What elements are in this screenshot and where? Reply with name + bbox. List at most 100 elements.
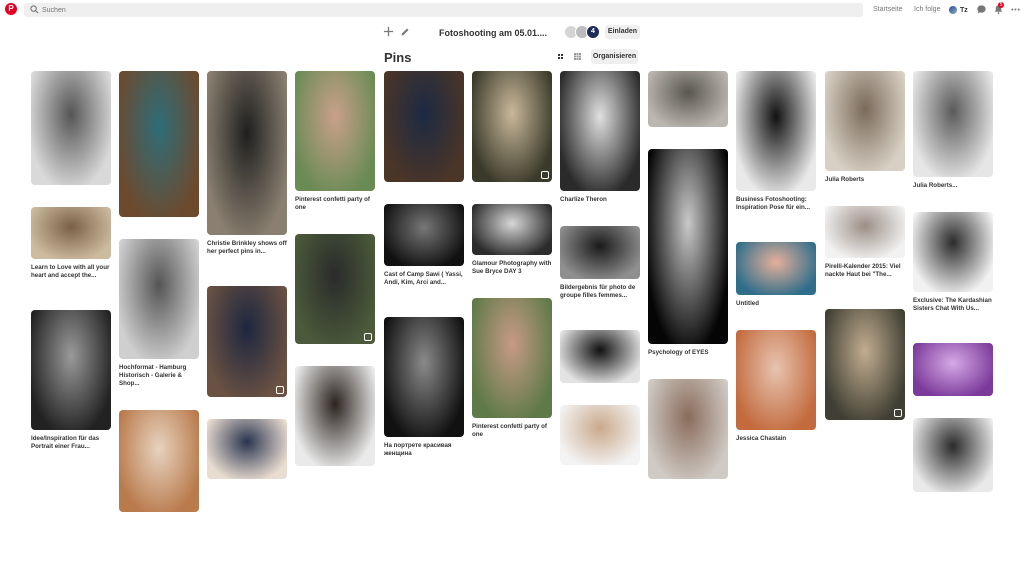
pin-card[interactable]: Exclusive: The Kardashian Sisters Chat W… <box>913 212 993 313</box>
pin-title[interactable]: Hochformat - Hamburg Historisch - Galeri… <box>119 364 199 388</box>
expand-icon[interactable] <box>364 333 372 341</box>
pin-image[interactable] <box>736 71 816 191</box>
pin-image[interactable] <box>560 405 640 465</box>
grid-view-icon[interactable] <box>555 51 566 62</box>
pin-title[interactable]: Idee/Inspiration für das Portrait einer … <box>31 435 111 451</box>
pin-card[interactable] <box>207 419 287 479</box>
pin-card[interactable] <box>472 71 552 182</box>
pin-image[interactable] <box>736 242 816 295</box>
pin-card[interactable] <box>295 366 375 466</box>
more-options-icon[interactable] <box>1010 4 1021 15</box>
pin-card[interactable]: На портрете красивая женщина <box>384 317 464 458</box>
pin-title[interactable]: Jessica Chastain <box>736 435 816 443</box>
pin-card[interactable] <box>384 71 464 182</box>
pin-image[interactable] <box>119 410 199 512</box>
pin-card[interactable] <box>119 410 199 512</box>
pin-card[interactable] <box>119 71 199 217</box>
pin-image[interactable] <box>472 298 552 418</box>
search-bar[interactable] <box>24 3 863 17</box>
pin-image[interactable] <box>207 286 287 397</box>
pin-card[interactable]: Jessica Chastain <box>736 330 816 443</box>
pin-card[interactable] <box>913 418 993 492</box>
pin-image[interactable] <box>913 212 993 292</box>
pin-title[interactable]: Business Fotoshooting: Inspiration Pose … <box>736 196 816 212</box>
pin-image[interactable] <box>119 71 199 217</box>
pin-image[interactable] <box>295 234 375 344</box>
pin-card[interactable]: Christie Brinkley shows off her perfect … <box>207 71 287 256</box>
pin-image[interactable] <box>648 379 728 479</box>
pin-image[interactable] <box>384 71 464 182</box>
organize-button[interactable]: Organisieren <box>591 49 638 64</box>
edit-pencil-icon[interactable] <box>400 27 410 37</box>
pin-image[interactable] <box>913 343 993 396</box>
pin-image[interactable] <box>913 418 993 492</box>
pin-card[interactable] <box>648 379 728 479</box>
pin-title[interactable]: Pinterest confetti party of one <box>472 423 552 439</box>
pin-card[interactable]: Julia Roberts <box>825 71 905 184</box>
invite-button[interactable]: Einladen <box>605 25 640 39</box>
pin-image[interactable] <box>384 317 464 437</box>
pin-image[interactable] <box>31 71 111 185</box>
nav-following-link[interactable]: Ich folge <box>914 6 940 13</box>
pin-image[interactable] <box>913 71 993 177</box>
pin-title[interactable]: Bildergebnis für photo de groupe filles … <box>560 284 640 300</box>
pin-image[interactable] <box>295 71 375 191</box>
pin-title[interactable]: Psychology of EYES <box>648 349 728 357</box>
pin-card[interactable] <box>560 405 640 465</box>
pin-image[interactable] <box>560 71 640 191</box>
pin-card[interactable]: Untitled <box>736 242 816 308</box>
pin-image[interactable] <box>384 204 464 266</box>
pin-title[interactable]: Christie Brinkley shows off her perfect … <box>207 240 287 256</box>
pin-card[interactable] <box>295 234 375 344</box>
pin-image[interactable] <box>472 204 552 255</box>
pin-image[interactable] <box>31 207 111 259</box>
user-profile-button[interactable]: Tz <box>949 5 968 15</box>
pin-card[interactable] <box>825 309 905 420</box>
pin-image[interactable] <box>207 71 287 235</box>
pin-title[interactable]: Pirelli-Kalender 2015: Viel nackte Haut … <box>825 263 905 279</box>
pin-card[interactable]: Pirelli-Kalender 2015: Viel nackte Haut … <box>825 206 905 279</box>
pin-image[interactable] <box>825 71 905 171</box>
pin-card[interactable] <box>648 71 728 127</box>
expand-icon[interactable] <box>541 171 549 179</box>
pin-title[interactable]: Learn to Love with all your heart and ac… <box>31 264 111 280</box>
pin-image[interactable] <box>560 226 640 279</box>
pin-title[interactable]: Charlize Theron <box>560 196 640 204</box>
pin-card[interactable] <box>560 330 640 383</box>
pin-card[interactable]: Hochformat - Hamburg Historisch - Galeri… <box>119 239 199 388</box>
pin-image[interactable] <box>119 239 199 359</box>
pin-title[interactable]: Exclusive: The Kardashian Sisters Chat W… <box>913 297 993 313</box>
expand-icon[interactable] <box>894 409 902 417</box>
pin-title[interactable]: Julia Roberts... <box>913 182 993 190</box>
pin-title[interactable]: Pinterest confetti party of one <box>295 196 375 212</box>
compact-grid-view-icon[interactable] <box>572 51 583 62</box>
pin-title[interactable]: Julia Roberts <box>825 176 905 184</box>
pin-card[interactable]: Business Fotoshooting: Inspiration Pose … <box>736 71 816 212</box>
pin-card[interactable]: Learn to Love with all your heart and ac… <box>31 207 111 280</box>
expand-icon[interactable] <box>276 386 284 394</box>
pin-card[interactable]: Bildergebnis für photo de groupe filles … <box>560 226 640 300</box>
chat-bubble-icon[interactable] <box>976 4 987 15</box>
search-input[interactable] <box>42 4 842 16</box>
add-pin-icon[interactable] <box>383 26 394 37</box>
pin-card[interactable]: Julia Roberts... <box>913 71 993 190</box>
pin-title[interactable]: Cast of Camp Sawi ( Yassi, Andi, Kim, Ar… <box>384 271 464 287</box>
pin-card[interactable] <box>913 343 993 396</box>
pin-image[interactable] <box>295 366 375 466</box>
pin-card[interactable]: Charlize Theron <box>560 71 640 204</box>
pin-image[interactable] <box>207 419 287 479</box>
pinterest-logo-icon[interactable]: P <box>5 3 17 15</box>
pin-image[interactable] <box>648 71 728 127</box>
pin-card[interactable]: Pinterest confetti party of one <box>295 71 375 212</box>
pin-card[interactable] <box>207 286 287 397</box>
pin-title[interactable]: На портрете красивая женщина <box>384 442 464 458</box>
pin-image[interactable] <box>825 206 905 258</box>
pin-image[interactable] <box>825 309 905 420</box>
pin-card[interactable] <box>31 71 111 185</box>
pin-card[interactable]: Psychology of EYES <box>648 149 728 357</box>
pin-card[interactable]: Glamour Photography with Sue Bryce DAY 3 <box>472 204 552 276</box>
pin-image[interactable] <box>648 149 728 344</box>
nav-home-link[interactable]: Startseite <box>873 6 903 13</box>
pin-title[interactable]: Untitled <box>736 300 816 308</box>
pin-image[interactable] <box>560 330 640 383</box>
